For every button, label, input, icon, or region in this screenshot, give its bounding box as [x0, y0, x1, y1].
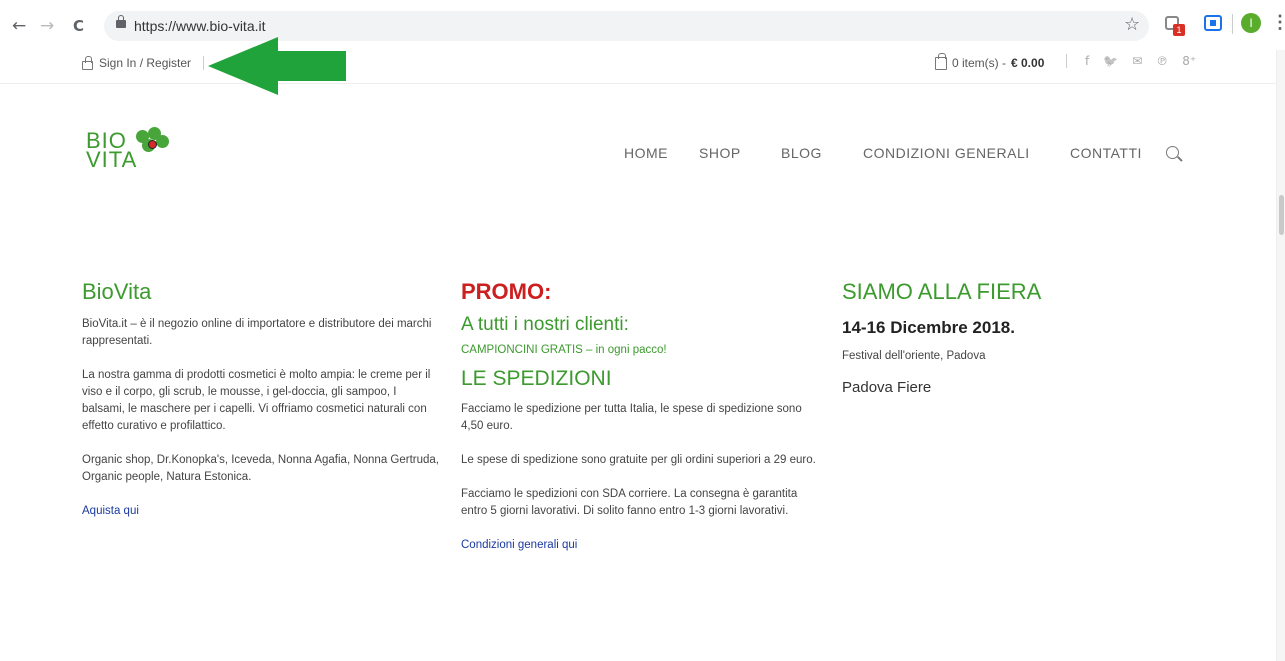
biovita-products: La nostra gamma di prodotti cosmetici è … — [82, 369, 431, 432]
nav-item-condizioni-generali[interactable]: CONDIZIONI GENERALI — [863, 145, 1030, 161]
nav-item-home[interactable]: HOME — [624, 145, 668, 161]
biovita-brands: Organic shop, Dr.Konopka's, Iceveda, Non… — [82, 454, 439, 483]
shopping-bag-icon — [935, 52, 947, 70]
browser-toolbar: ← → C https://www.bio-vita.it ☆ 1 I ⋮ — [0, 0, 1285, 50]
social-links: f 🐦 ✉ ℗ 8⁺ — [1066, 54, 1196, 68]
fiera-venue: Padova Fiere — [842, 379, 932, 396]
translate-extension-icon[interactable] — [1204, 15, 1222, 31]
signin-register-link[interactable]: Sign In / Register — [82, 55, 205, 70]
twitter-icon[interactable]: 🐦 — [1103, 54, 1118, 68]
leaf-icon — [156, 135, 169, 148]
scrollbar-thumb[interactable] — [1279, 195, 1284, 235]
spedizioni-courier: Facciamo le spedizioni con SDA corriere.… — [461, 488, 798, 517]
back-icon[interactable]: ← — [12, 16, 26, 36]
lock-icon — [116, 15, 126, 28]
email-icon[interactable]: ✉ — [1132, 54, 1142, 68]
column-biovita: BioVita BioVita.it – è il negozio online… — [82, 278, 442, 520]
pinterest-icon[interactable]: ℗ — [1156, 54, 1168, 68]
extension-badge: 1 — [1173, 24, 1185, 36]
nav-item-contatti[interactable]: CONTATTI — [1070, 145, 1142, 161]
aquista-link[interactable]: Aquista qui — [82, 505, 139, 517]
spedizioni-cost: Facciamo le spedizione per tutta Italia,… — [461, 403, 802, 432]
toolbar-divider — [1232, 14, 1233, 34]
extension-icon[interactable]: 1 — [1165, 14, 1185, 36]
biovita-logo[interactable]: BIO VITA — [86, 125, 176, 185]
cart-count: 0 item(s) - — [952, 56, 1006, 70]
facebook-icon[interactable]: f — [1085, 54, 1089, 68]
condizioni-link[interactable]: Condizioni generali qui — [461, 539, 577, 551]
browser-menu-icon[interactable]: ⋮ — [1271, 12, 1285, 32]
fiera-event: Festival dell'oriente, Padova — [842, 350, 986, 362]
logo-text: BIO VITA — [86, 130, 138, 172]
topbar-divider — [203, 56, 205, 70]
google-plus-icon[interactable]: 8⁺ — [1182, 54, 1196, 68]
url-text[interactable]: https://www.bio-vita.it — [134, 18, 266, 34]
cart-total: € 0.00 — [1011, 56, 1045, 70]
column-promo: PROMO: A tutti i nostri clienti: CAMPION… — [461, 278, 826, 554]
profile-avatar[interactable]: I — [1241, 13, 1261, 33]
nav-item-blog[interactable]: BLOG — [781, 145, 822, 161]
signin-label[interactable]: Sign In / Register — [99, 56, 191, 70]
biovita-heading: BioVita — [82, 279, 152, 304]
search-icon[interactable] — [1166, 146, 1179, 159]
cart-summary[interactable]: 0 item(s) - € 0.00 — [935, 52, 1045, 70]
logo-line-2: VITA — [86, 147, 138, 172]
page-scrollbar[interactable] — [1276, 50, 1285, 661]
biovita-intro: BioVita.it – è il negozio online di impo… — [82, 318, 432, 347]
spedizioni-free: Le spese di spedizione sono gratuite per… — [461, 454, 816, 466]
spedizioni-heading: LE SPEDIZIONI — [461, 367, 612, 390]
column-fiera: SIAMO ALLA FIERA 14-16 Dicembre 2018. Fe… — [842, 278, 1172, 396]
fiera-heading: SIAMO ALLA FIERA — [842, 279, 1042, 304]
forward-icon[interactable]: → — [40, 16, 54, 36]
lock-icon — [82, 55, 93, 70]
promo-heading: PROMO: — [461, 279, 552, 304]
promo-subheading: A tutti i nostri clienti: — [461, 314, 629, 335]
nav-item-shop[interactable]: SHOP — [699, 145, 741, 161]
fiera-date: 14-16 Dicembre 2018. — [842, 318, 1015, 337]
bookmark-star-icon[interactable]: ☆ — [1124, 14, 1140, 35]
ladybug-icon — [148, 140, 157, 149]
social-divider — [1066, 54, 1067, 68]
reload-icon[interactable]: C — [73, 16, 84, 36]
promo-gratis: CAMPIONCINI GRATIS – in ogni pacco! — [461, 344, 667, 356]
green-arrow-annotation — [208, 37, 346, 95]
